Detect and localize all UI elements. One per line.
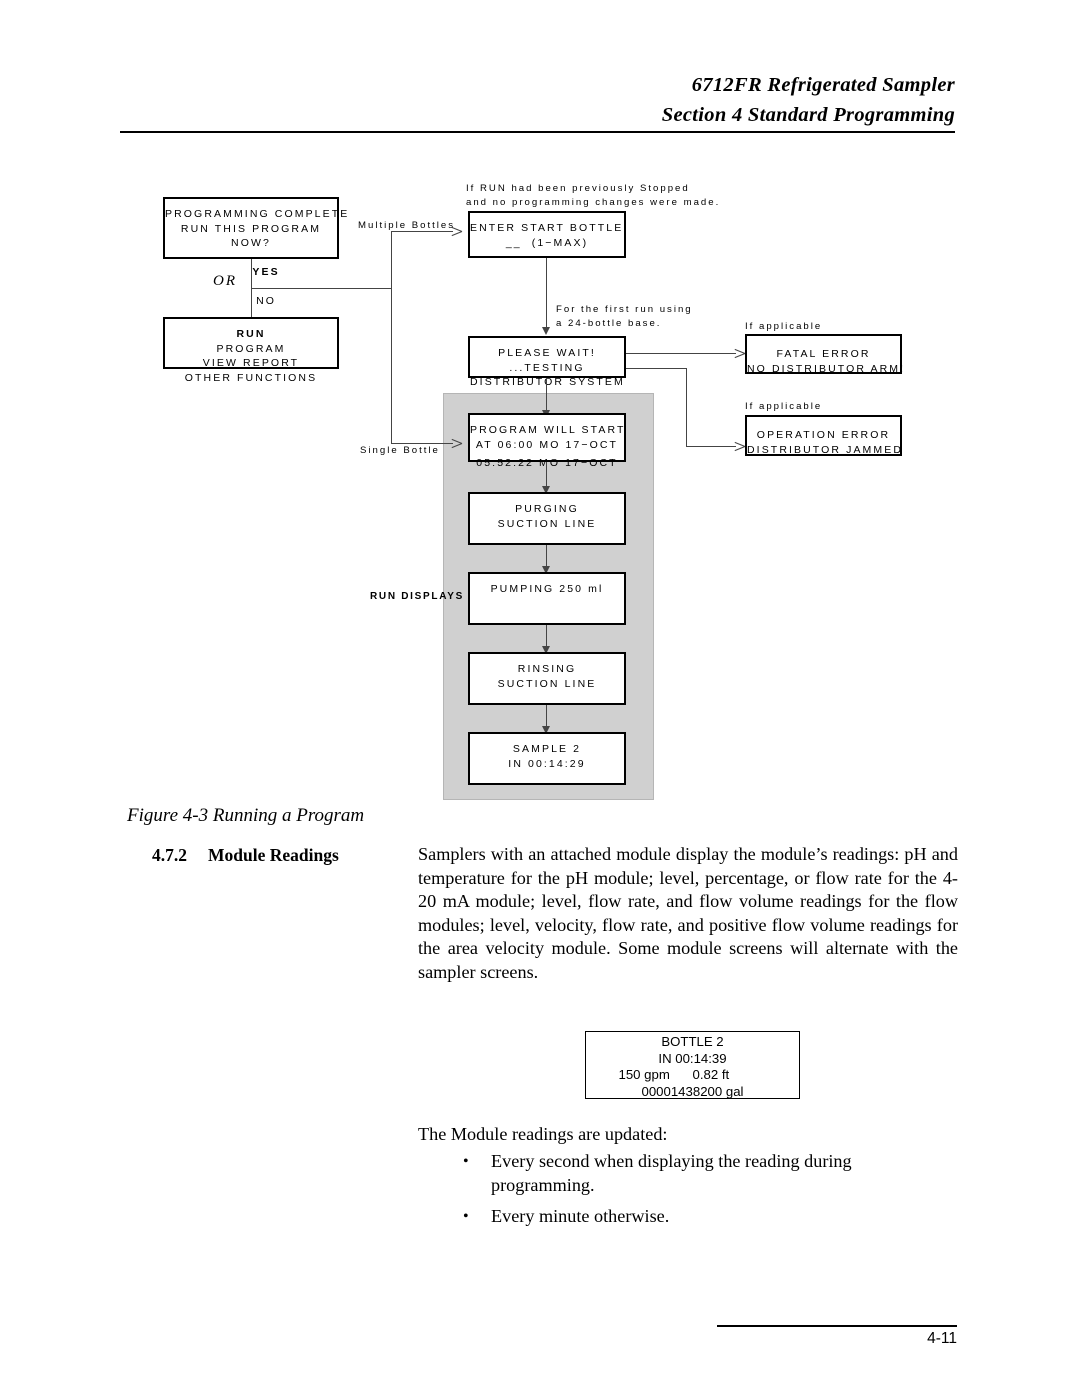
box-operation-error: OPERATION ERROR DISTRIBUTOR JAMMED: [745, 415, 902, 456]
box-pumping: PUMPING 250 ml: [468, 572, 626, 625]
connector-wait-to-operation-error-h1: [626, 368, 686, 369]
box-program-will-start: PROGRAM WILL START AT 06:00 MO 17−OCT 05…: [468, 413, 626, 469]
box-programming-complete: PROGRAMMING COMPLETE RUN THIS PROGRAM NO…: [163, 197, 350, 307]
lcd-level: 0.82 ft: [692, 1067, 730, 1083]
programming-complete-line2: RUN THIS PROGRAM: [180, 222, 322, 235]
bullet-dot-icon: •: [463, 1208, 469, 1226]
lcd-total-volume: 00001438200 gal: [641, 1083, 744, 1099]
run-displays-label: RUN DISPLAYS: [370, 591, 464, 602]
section-title: Module Readings: [208, 845, 339, 865]
note-if-run-stopped-line2: and no programming changes were made.: [466, 197, 721, 208]
lcd-time-line: IN 00:14:39: [658, 1050, 727, 1066]
figure-caption: Figure 4-3 Running a Program: [127, 805, 365, 826]
connector-or-branch: [251, 288, 391, 289]
or-label: OR: [213, 273, 237, 289]
rinsing-line1: RINSING: [517, 663, 577, 675]
list-item-text: Every minute otherwise.: [491, 1206, 670, 1227]
programming-complete-line1: PROGRAMMING COMPLETE: [165, 208, 350, 220]
please-wait-line2: ...TESTING: [509, 361, 585, 374]
bullet-dot-icon: •: [463, 1153, 469, 1170]
note-if-applicable-1: If applicable: [745, 321, 823, 332]
sample-line2: IN 00:14:29: [508, 757, 586, 770]
run-menu-line1[interactable]: RUN: [165, 327, 337, 342]
sample-line1: SAMPLE 2: [512, 743, 582, 755]
connector-wait-to-operation-error-v: [686, 368, 687, 447]
purging-line2: SUCTION LINE: [497, 517, 597, 530]
box-rinsing: RINSING SUCTION LINE: [468, 652, 626, 705]
arrow-to-operation-error: [734, 441, 744, 451]
arrow-to-fatal-error: [734, 348, 744, 358]
box-sample: SAMPLE 2 IN 00:14:29: [468, 732, 626, 785]
please-wait-line1: PLEASE WAIT!: [498, 347, 596, 359]
connector-wait-to-fatal-error: [626, 353, 736, 354]
operation-error-line2: DISTRIBUTOR JAMMED: [747, 443, 904, 456]
connector-enter-to-wait: [546, 258, 547, 329]
connector-trunk: [391, 231, 392, 443]
connector-wait-to-operation-error-h2: [686, 446, 736, 447]
fatal-error-line1: FATAL ERROR: [776, 348, 871, 360]
run-menu-line4[interactable]: OTHER FUNCTIONS: [165, 371, 337, 386]
programming-complete-line3: NOW?: [231, 237, 271, 249]
fatal-error-line2: NO DISTRIBUTOR ARM!: [747, 362, 906, 375]
run-menu-line2[interactable]: PROGRAM: [165, 342, 337, 357]
programming-complete-yes[interactable]: YES: [252, 266, 279, 278]
enter-start-bottle-line2[interactable]: __ (1−MAX): [470, 236, 624, 251]
lcd-bottle-line: BOTTLE 2: [661, 1034, 724, 1049]
list-item: • Every minute otherwise.: [455, 1205, 925, 1229]
programming-complete-no[interactable]: NO: [256, 295, 276, 307]
rinsing-line2: SUCTION LINE: [497, 677, 597, 690]
note-single-bottle: Single Bottle: [360, 445, 440, 456]
box-enter-start-bottle: ENTER START BOTTLE: __ (1−MAX): [468, 211, 626, 258]
arrow-to-program-will-start: [451, 438, 461, 448]
updated-intro-text: The Module readings are updated:: [418, 1124, 668, 1144]
please-wait-line3: DISTRIBUTOR SYSTEM: [470, 376, 625, 388]
figure-running-a-program: RUN DISPLAYS PROGRAMMING COMPLETE RUN TH…: [0, 0, 1080, 820]
updated-bullet-list: • Every second when displaying the readi…: [455, 1150, 925, 1237]
connector-wait-to-program-start: [546, 378, 547, 414]
program-will-start-line1: PROGRAM WILL START: [470, 424, 626, 436]
enter-start-bottle-line1: ENTER START BOTTLE:: [470, 222, 629, 234]
box-fatal-error: FATAL ERROR NO DISTRIBUTOR ARM!: [745, 334, 906, 375]
program-will-start-line3: 05:52:22 MO 17−OCT: [476, 457, 618, 469]
program-will-start-line2: AT 06:00 MO 17−OCT: [475, 438, 619, 451]
operation-error-line1: OPERATION ERROR: [756, 429, 891, 441]
arrow-down-to-please-wait: [542, 327, 550, 335]
note-if-applicable-2: If applicable: [745, 401, 823, 412]
module-reading-display: BOTTLE 2 IN 00:14:39 150 gpm 0.82 ft 0000…: [585, 1031, 800, 1099]
footer-divider: [717, 1325, 957, 1327]
list-item-text: Every second when displaying the reading…: [491, 1151, 852, 1195]
box-please-wait: PLEASE WAIT! ...TESTING DISTRIBUTOR SYST…: [468, 336, 626, 388]
pumping-line1: PUMPING 250 ml: [490, 583, 604, 595]
section-number: 4.7.2: [152, 845, 187, 865]
note-if-run-stopped-line1: If RUN had been previously Stopped: [466, 183, 690, 194]
box-run-menu: RUN PROGRAM VIEW REPORT OTHER FUNCTIONS: [163, 317, 339, 384]
list-item: • Every second when displaying the readi…: [455, 1150, 925, 1197]
section-paragraph: Samplers with an attached module display…: [418, 844, 958, 982]
page-number: 4-11: [927, 1330, 957, 1347]
purging-line1: PURGING: [515, 503, 579, 515]
note-first-run-line2: a 24-bottle base.: [556, 318, 662, 329]
box-purging: PURGING SUCTION LINE: [468, 492, 626, 545]
run-menu-line3[interactable]: VIEW REPORT: [165, 356, 337, 371]
note-first-run-line1: For the first run using: [556, 304, 693, 315]
note-multiple-bottles: Multiple Bottles: [358, 220, 456, 231]
lcd-flow-rate: 150 gpm: [618, 1067, 670, 1083]
